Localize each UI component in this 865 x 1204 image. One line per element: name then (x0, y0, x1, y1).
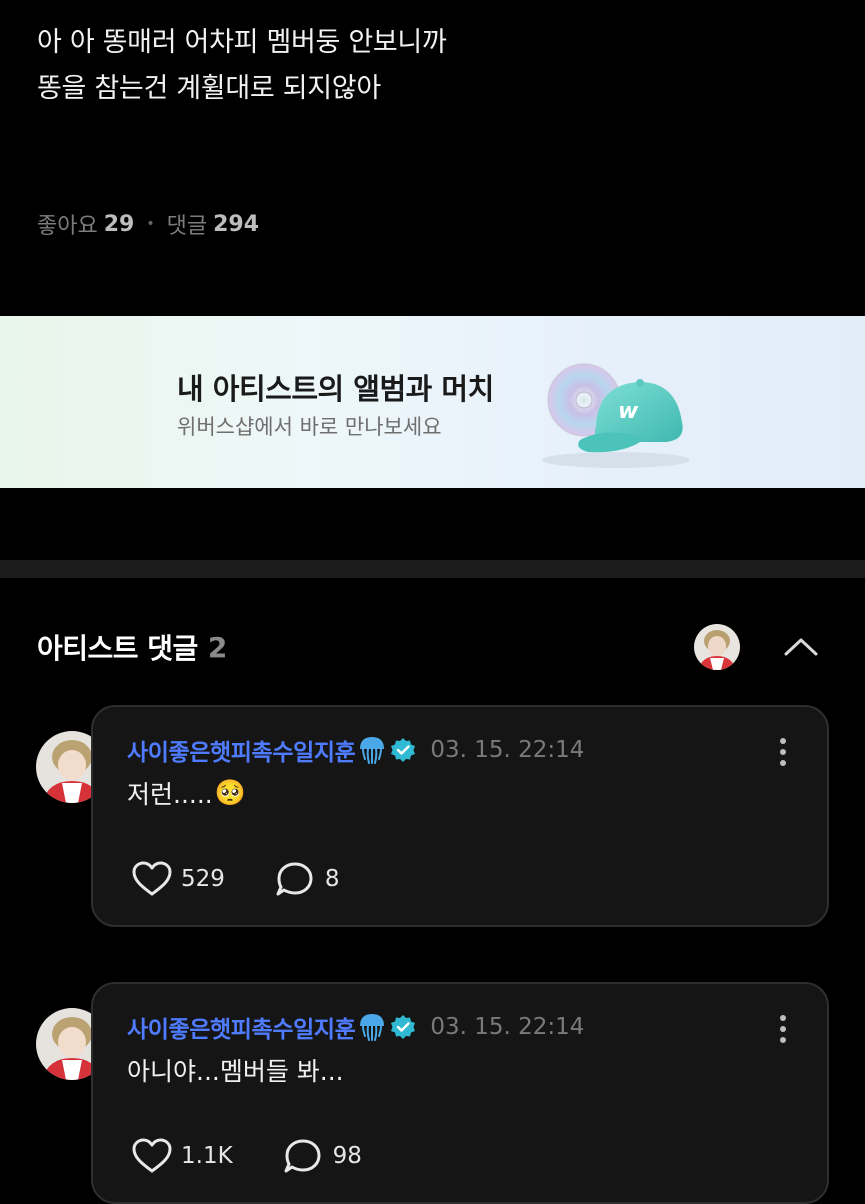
likes-label[interactable]: 좋아요 (37, 208, 98, 240)
artist-comments-title: 아티스트 댓글 (37, 632, 198, 665)
comment-author[interactable]: 사이좋은햇피촉수일지훈 (127, 1010, 356, 1044)
comment-bubble-icon[interactable] (283, 1137, 323, 1175)
comment-text-body: 아니야...멤버들 봐... (127, 1057, 344, 1086)
banner-title: 내 아티스트의 앨범과 머치 (177, 372, 494, 406)
section-divider (0, 560, 865, 578)
pleading-emoji: 🥺 (214, 778, 246, 807)
post-line-2: 똥을 참는건 계휠대로 되지않아 (37, 73, 381, 104)
like-count: 1.1K (181, 1143, 233, 1169)
comment-header: 사이좋은햇피촉수일지훈 03. 15. 22:14 (127, 1010, 584, 1044)
heart-icon[interactable] (131, 860, 173, 898)
reply-count: 98 (332, 1143, 362, 1169)
comment-text: 아니야...멤버들 봐... (127, 1052, 344, 1088)
comment-text-body: 저런..... (127, 780, 213, 809)
comment-actions: 1.1K 98 (131, 1136, 362, 1176)
artist-comments-count: 2 (207, 630, 228, 664)
banner-subtitle: 위버스샵에서 바로 만나보세요 (177, 415, 442, 439)
reply-count: 8 (324, 866, 340, 892)
comment-actions: 529 8 (131, 859, 340, 899)
verified-badge-icon (391, 738, 416, 762)
chevron-up-icon[interactable] (780, 628, 822, 664)
heart-icon[interactable] (131, 1137, 173, 1175)
artist-avatar[interactable] (694, 624, 740, 670)
more-vertical-icon[interactable] (775, 1014, 791, 1044)
comment-bubble-icon[interactable] (275, 860, 315, 898)
stats-separator: • (146, 216, 155, 232)
comment-header: 사이좋은햇피촉수일지훈 03. 15. 22:14 (127, 733, 584, 767)
shop-banner[interactable]: 내 아티스트의 앨범과 머치 위버스샵에서 바로 만나보세요 w (0, 316, 865, 488)
post-stats: 좋아요 29 • 댓글 294 (37, 206, 259, 242)
comment-date: 03. 15. 22:14 (430, 737, 585, 763)
comments-count[interactable]: 294 (213, 212, 259, 237)
post-body: 아 아 똥매러 어차피 멤버둥 안보니까 똥을 참는건 계휠대로 되지않아 (37, 20, 837, 112)
album-cap-illustration: w (542, 363, 690, 468)
like-count: 529 (181, 866, 225, 892)
brand-letter: w (618, 399, 639, 424)
jellyfish-icon (360, 1014, 385, 1041)
comment-text: 저런..... 🥺 (127, 775, 246, 811)
jellyfish-icon (360, 737, 385, 764)
post-line-1: 아 아 똥매러 어차피 멤버둥 안보니까 (37, 27, 447, 58)
likes-count[interactable]: 29 (104, 212, 135, 237)
comment-date: 03. 15. 22:14 (430, 1014, 585, 1040)
more-vertical-icon[interactable] (775, 737, 791, 767)
verified-badge-icon (391, 1015, 416, 1039)
comment-card: 사이좋은햇피촉수일지훈 03. 15. 22:14 저런..... 🥺 529 (91, 705, 829, 927)
comment-card: 사이좋은햇피촉수일지훈 03. 15. 22:14 아니야...멤버들 봐...… (91, 982, 829, 1204)
comments-label[interactable]: 댓글 (167, 208, 207, 240)
comment-author[interactable]: 사이좋은햇피촉수일지훈 (127, 733, 356, 767)
artist-comments-header: 아티스트 댓글 2 (37, 625, 227, 669)
